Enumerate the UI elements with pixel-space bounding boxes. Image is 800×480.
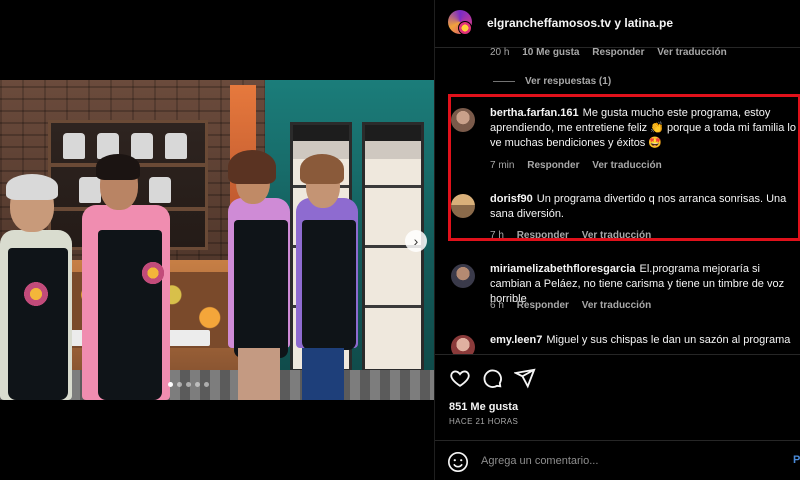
share-icon[interactable]: [512, 367, 536, 389]
reply-button[interactable]: Responder: [517, 230, 569, 241]
carousel-dot: [186, 382, 191, 387]
emoji-icon[interactable]: [447, 451, 469, 473]
commenter-avatar[interactable]: [451, 108, 475, 132]
comment-likes[interactable]: 10 Me gusta: [522, 47, 579, 58]
comments-panel: elgrancheffamosos.tv y latina.pe 20 h 10…: [434, 0, 800, 480]
commenter-avatar[interactable]: [451, 194, 475, 218]
comment-time: 7 h: [490, 230, 504, 241]
post-author[interactable]: elgrancheffamosos.tv y latina.pe: [487, 16, 673, 30]
carousel-indicator: [168, 382, 209, 387]
comment-meta: 7 min Responder Ver traducción: [490, 160, 672, 171]
reply-button[interactable]: Responder: [592, 47, 644, 58]
comment-meta: 7 h Responder Ver traducción: [490, 230, 661, 241]
comment-body: Miguel y sus chispas le dan un sazón al …: [546, 334, 791, 346]
translate-button[interactable]: Ver traducción: [582, 300, 651, 311]
comment-composer: P: [435, 440, 800, 480]
carousel-dot: [204, 382, 209, 387]
comment-time: 7 min: [490, 160, 515, 171]
translate-button[interactable]: Ver traducción: [592, 160, 661, 171]
post-timestamp: HACE 21 HORAS: [449, 417, 519, 426]
comment-meta: 6 h Responder Ver traducción: [490, 300, 661, 311]
comment-time: 6 h: [490, 300, 504, 311]
comment-text-block: bertha.farfan.161 Me gusta mucho este pro…: [490, 106, 797, 151]
reply-button[interactable]: Responder: [527, 160, 579, 171]
commenter-avatar[interactable]: [451, 264, 475, 288]
view-replies-button[interactable]: Ver respuestas (1): [493, 76, 611, 87]
reply-button[interactable]: Responder: [517, 300, 569, 311]
comment-icon[interactable]: [481, 367, 503, 389]
comment-username[interactable]: miriamelizabethfloresgarcia: [490, 263, 636, 275]
comment-body: Un programa divertido q nos arranca sonr…: [490, 193, 787, 220]
instagram-post-view: › elgrancheffamosos.tv y latina.pe 20 h …: [0, 0, 800, 480]
view-replies-label: Ver respuestas (1): [525, 76, 612, 87]
next-image-chevron-icon[interactable]: ›: [405, 230, 427, 252]
translate-button[interactable]: Ver traducción: [582, 230, 651, 241]
replies-divider: [493, 81, 515, 82]
comment-item: emy.leen7 Miguel y sus chispas le dan un …: [435, 333, 800, 354]
post-header: elgrancheffamosos.tv y latina.pe: [435, 0, 800, 48]
like-count[interactable]: 851 Me gusta: [449, 401, 518, 413]
post-media-image[interactable]: ›: [0, 80, 434, 400]
comment-text-block: emy.leen7 Miguel y sus chispas le dan un …: [490, 333, 797, 348]
post-comment-button[interactable]: P: [793, 454, 800, 466]
comment-text-block: dorisf90 Un programa divertido q nos arra…: [490, 192, 797, 222]
commenter-avatar[interactable]: [451, 335, 475, 354]
comment-input[interactable]: [481, 452, 771, 470]
comment-username[interactable]: dorisf90: [490, 193, 533, 205]
carousel-dot: [177, 382, 182, 387]
comment-time: 20 h: [490, 47, 510, 58]
author-avatar[interactable]: [448, 10, 472, 35]
translate-button[interactable]: Ver traducción: [657, 47, 726, 58]
post-actions-bar: [435, 354, 800, 398]
carousel-dot: [168, 382, 173, 387]
comment-username[interactable]: emy.leen7: [490, 334, 542, 346]
previous-comment-meta: 20 h 10 Me gusta Responder Ver traducció…: [490, 47, 737, 58]
carousel-dot: [195, 382, 200, 387]
heart-icon[interactable]: [449, 367, 471, 389]
comment-username[interactable]: bertha.farfan.161: [490, 107, 579, 119]
